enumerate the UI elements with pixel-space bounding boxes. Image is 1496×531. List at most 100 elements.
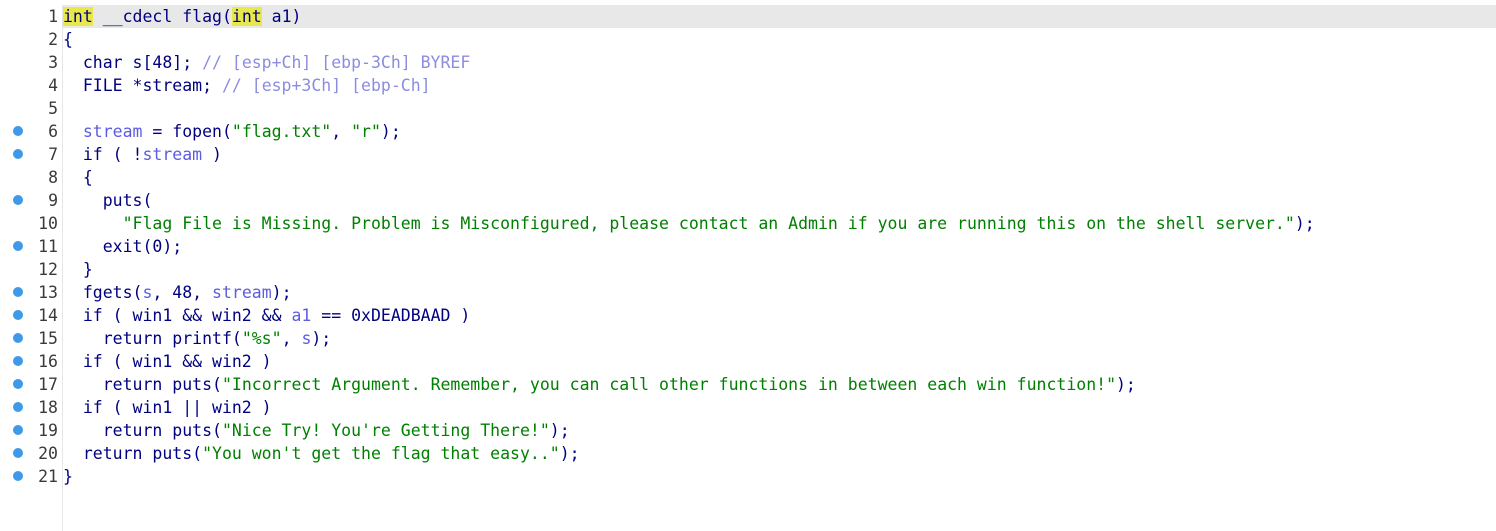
string-literal: "Nice Try! You're Getting There!" <box>221 421 550 440</box>
code-line[interactable]: if ( win1 && win2 ) <box>63 350 1496 373</box>
gutter-row[interactable]: 3 <box>0 51 62 74</box>
breakpoint-dot-icon[interactable] <box>13 287 23 297</box>
gutter-row[interactable]: 16 <box>0 350 62 373</box>
gutter-row[interactable]: 21 <box>0 465 62 488</box>
line-number: 11 <box>38 237 58 256</box>
line-number: 16 <box>38 352 58 371</box>
code-line[interactable]: { <box>63 166 1496 189</box>
code-comment: // [esp+Ch] [ebp-3Ch] BYREF <box>202 53 471 72</box>
gutter-row[interactable]: 8 <box>0 166 62 189</box>
breakpoint-dot-icon[interactable] <box>13 333 23 343</box>
gutter-row[interactable]: 17 <box>0 373 62 396</box>
gutter-row[interactable]: 12 <box>0 258 62 281</box>
gutter-row[interactable]: 15 <box>0 327 62 350</box>
line-number: 18 <box>38 398 58 417</box>
gutter-row[interactable]: 19 <box>0 419 62 442</box>
gutter-row[interactable]: 2 <box>0 28 62 51</box>
string-literal: "r" <box>351 122 381 141</box>
code-token: , <box>331 122 352 141</box>
breakpoint-dot-icon[interactable] <box>13 310 23 320</box>
variable-token[interactable]: s <box>142 283 152 302</box>
line-number: 4 <box>48 76 58 95</box>
code-comment: // [esp+3Ch] [ebp-Ch] <box>221 76 431 95</box>
string-literal: "Flag File is Missing. Problem is Miscon… <box>122 214 1295 233</box>
line-number: 15 <box>38 329 58 348</box>
breakpoint-dot-icon[interactable] <box>13 402 23 412</box>
line-number: 20 <box>38 444 58 463</box>
code-line[interactable]: stream = fopen("flag.txt", "r"); <box>63 120 1496 143</box>
pseudocode-editor[interactable]: 1 2 3 4 5 6 7 8 9 10 11 12 13 14 15 16 17 18 19 20 21 int __… <box>0 0 1496 531</box>
gutter-row[interactable]: 14 <box>0 304 62 327</box>
line-number: 6 <box>48 122 58 141</box>
code-line[interactable]: return puts("You won't get the flag that… <box>63 442 1496 465</box>
line-number: 8 <box>48 168 58 187</box>
breakpoint-dot-icon[interactable] <box>13 126 23 136</box>
code-token: { <box>63 168 93 187</box>
code-token: { <box>63 30 73 49</box>
code-line[interactable]: } <box>63 258 1496 281</box>
variable-token[interactable]: stream <box>83 122 143 141</box>
code-line[interactable]: FILE *stream; // [esp+3Ch] [ebp-Ch] <box>63 74 1496 97</box>
code-line-current[interactable]: int __cdecl flag(int a1) <box>63 5 1496 28</box>
code-line[interactable]: return puts("Nice Try! You're Getting Th… <box>63 419 1496 442</box>
variable-token[interactable]: stream <box>212 283 272 302</box>
code-line[interactable]: return puts("Incorrect Argument. Remembe… <box>63 373 1496 396</box>
breakpoint-dot-icon[interactable] <box>13 241 23 251</box>
code-line[interactable]: if ( !stream ) <box>63 143 1496 166</box>
code-token: exit(0); <box>63 237 183 256</box>
code-token: ) <box>202 145 222 164</box>
gutter-row[interactable]: 5 <box>0 97 62 120</box>
highlighted-keyword[interactable]: int <box>231 7 262 26</box>
gutter-row[interactable]: 1 <box>0 5 62 28</box>
code-token: FILE *stream; <box>63 76 222 95</box>
line-number: 1 <box>48 7 58 26</box>
gutter-row[interactable]: 10 <box>0 212 62 235</box>
gutter-row[interactable]: 4 <box>0 74 62 97</box>
code-line[interactable] <box>63 97 1496 120</box>
code-area[interactable]: int __cdecl flag(int a1) { char s[48]; //… <box>63 5 1496 531</box>
variable-token[interactable]: s <box>301 329 311 348</box>
code-token: if ( win1 && win2 && <box>63 306 292 325</box>
breakpoint-dot-icon[interactable] <box>13 356 23 366</box>
gutter-row[interactable]: 11 <box>0 235 62 258</box>
code-token: return puts( <box>63 421 222 440</box>
code-token: char s[48]; <box>63 53 203 72</box>
variable-token[interactable]: a1 <box>291 306 311 325</box>
string-literal: "You won't get the flag that easy.." <box>202 444 560 463</box>
breakpoint-dot-icon[interactable] <box>13 149 23 159</box>
code-line[interactable]: "Flag File is Missing. Problem is Miscon… <box>63 212 1496 235</box>
code-token: ); <box>1294 214 1315 233</box>
code-token: if ( win1 || win2 ) <box>63 398 272 417</box>
code-line[interactable]: if ( win1 && win2 && a1 == 0xDEADBAAD ) <box>63 304 1496 327</box>
breakpoint-dot-icon[interactable] <box>13 379 23 389</box>
code-line[interactable]: { <box>63 28 1496 51</box>
breakpoint-dot-icon[interactable] <box>13 425 23 435</box>
gutter-row[interactable]: 20 <box>0 442 62 465</box>
code-line[interactable]: if ( win1 || win2 ) <box>63 396 1496 419</box>
code-line[interactable]: exit(0); <box>63 235 1496 258</box>
gutter-row[interactable]: 9 <box>0 189 62 212</box>
breakpoint-dot-icon[interactable] <box>13 471 23 481</box>
code-line[interactable]: char s[48]; // [esp+Ch] [ebp-3Ch] BYREF <box>63 51 1496 74</box>
line-number: 7 <box>48 145 58 164</box>
line-number-gutter[interactable]: 1 2 3 4 5 6 7 8 9 10 11 12 13 14 15 16 17 18 19 20 21 <box>0 5 63 531</box>
line-number: 12 <box>38 260 58 279</box>
code-line[interactable]: puts( <box>63 189 1496 212</box>
gutter-row[interactable]: 18 <box>0 396 62 419</box>
line-number: 2 <box>48 30 58 49</box>
gutter-row[interactable]: 6 <box>0 120 62 143</box>
code-token: fgets( <box>63 283 143 302</box>
gutter-row[interactable]: 7 <box>0 143 62 166</box>
gutter-row[interactable]: 13 <box>0 281 62 304</box>
code-line[interactable]: return printf("%s", s); <box>63 327 1496 350</box>
highlighted-keyword[interactable]: int <box>63 7 93 26</box>
line-number: 10 <box>38 214 58 233</box>
line-number: 5 <box>48 99 58 118</box>
code-line[interactable]: fgets(s, 48, stream); <box>63 281 1496 304</box>
code-token: ); <box>559 444 580 463</box>
variable-token[interactable]: stream <box>142 145 202 164</box>
breakpoint-dot-icon[interactable] <box>13 448 23 458</box>
code-line[interactable]: } <box>63 465 1496 488</box>
string-literal: "%s" <box>241 329 282 348</box>
breakpoint-dot-icon[interactable] <box>13 195 23 205</box>
